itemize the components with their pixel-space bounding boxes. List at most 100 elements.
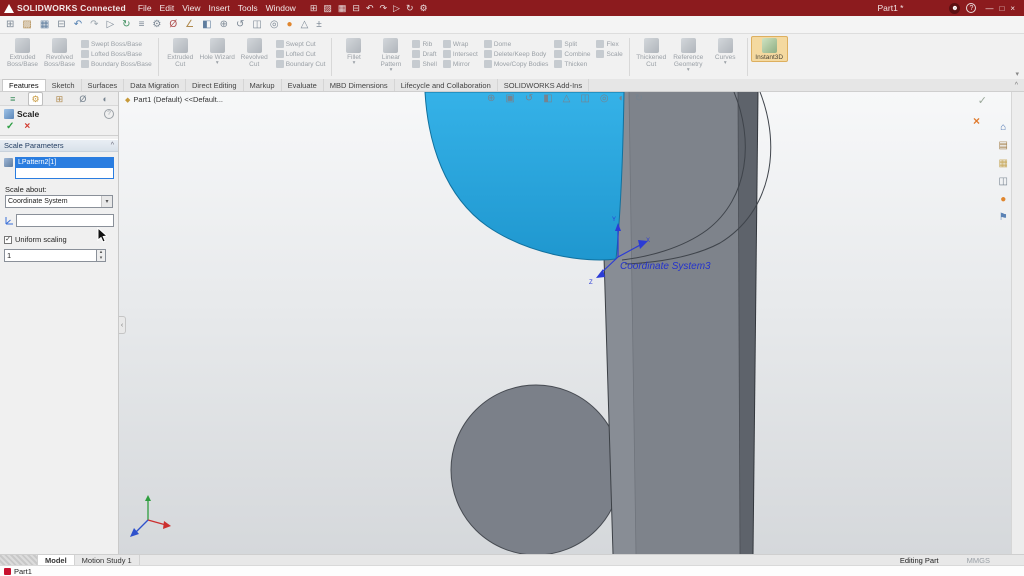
ok-button[interactable]: ✓: [6, 121, 14, 132]
split-button[interactable]: Split: [554, 40, 590, 48]
scale-parameters-header[interactable]: Scale Parameters ^: [0, 139, 118, 152]
thicken-button[interactable]: Thicken: [554, 60, 590, 68]
ribbon-tab[interactable]: SOLIDWORKS Add-Ins: [498, 79, 589, 91]
smart-dimension-icon[interactable]: Ø: [169, 16, 177, 34]
section-view-icon[interactable]: ◧: [202, 16, 211, 34]
zoom-area-icon[interactable]: ▣: [505, 93, 514, 104]
fillet-button[interactable]: Fillet ▾: [335, 36, 372, 66]
ribbon-tab[interactable]: Markup: [244, 79, 282, 91]
view-palette-icon[interactable]: ◫: [999, 176, 1008, 187]
extruded-cut-button[interactable]: Extruded Cut: [162, 36, 199, 68]
boundary-boss-base-button[interactable]: Boundary Boss/Base: [81, 60, 152, 68]
shell-button[interactable]: Shell: [412, 60, 436, 68]
new-file-icon[interactable]: ⊞: [6, 16, 14, 34]
panel-collapse-handle[interactable]: ‹: [119, 316, 126, 334]
redo-icon[interactable]: ↷: [380, 0, 388, 16]
wrap-button[interactable]: Wrap: [443, 40, 478, 48]
undo-icon[interactable]: ↶: [74, 16, 82, 34]
redo-icon[interactable]: ↷: [90, 16, 98, 34]
measure-icon[interactable]: ∠: [185, 16, 194, 34]
ribbon-tab[interactable]: Evaluate: [282, 79, 324, 91]
select-icon[interactable]: ▷: [106, 16, 114, 34]
print-icon[interactable]: ⊟: [57, 16, 65, 34]
units-indicator[interactable]: MMGS: [967, 556, 990, 565]
thickened-cut-button[interactable]: Thickened Cut: [633, 36, 670, 68]
mirror-button[interactable]: Mirror: [443, 60, 478, 68]
checkbox[interactable]: ✓: [4, 236, 12, 244]
select-icon[interactable]: ▷: [393, 0, 400, 16]
flex-button[interactable]: Flex: [596, 40, 622, 48]
undo-icon[interactable]: ↶: [366, 0, 374, 16]
appearance-icon[interactable]: ●: [287, 16, 293, 34]
coordinate-system-field[interactable]: [16, 214, 114, 227]
annotation-icon[interactable]: △: [301, 16, 309, 34]
ribbon-pin-icon[interactable]: ^: [1015, 82, 1018, 89]
ribbon-tab[interactable]: Sketch: [46, 79, 82, 91]
zoom-fit-icon[interactable]: ⊕: [220, 16, 228, 34]
rib-button[interactable]: Rib: [412, 40, 436, 48]
solidworks-taskbar-icon[interactable]: [4, 568, 11, 575]
instant3d-button[interactable]: Instant3D: [751, 36, 788, 62]
hide-show-icon[interactable]: ◎: [270, 16, 279, 34]
model-scene[interactable]: Y X Z Coordinate System3: [119, 92, 1011, 554]
breadcrumb[interactable]: ◆ Part1 (Default) <<Default...: [125, 95, 223, 104]
file-explorer-icon[interactable]: ▦: [999, 158, 1008, 169]
custom-properties-icon[interactable]: ⚑: [999, 212, 1008, 223]
coordinate-system-label[interactable]: Coordinate System3: [620, 261, 711, 272]
scale-about-dropdown[interactable]: Coordinate System ▾: [5, 195, 113, 208]
hole-wizard-button[interactable]: Hole Wizard ▾: [199, 36, 236, 66]
spinner-buttons[interactable]: ▴ ▾: [97, 249, 106, 262]
scale-factor-input[interactable]: 1: [4, 249, 97, 262]
help-icon[interactable]: ?: [104, 109, 114, 119]
scale-selection-list[interactable]: LPattern2[1]: [15, 157, 114, 179]
curves-button[interactable]: Curves ▾: [707, 36, 744, 66]
mass-properties-icon[interactable]: ±: [316, 16, 322, 34]
appearances-icon[interactable]: ●: [1000, 194, 1006, 205]
zoom-fit-icon[interactable]: ⊕: [487, 93, 495, 104]
help-icon[interactable]: ?: [966, 3, 976, 13]
cancel-button[interactable]: ×: [24, 121, 30, 132]
graphics-area[interactable]: Y X Z Coordinate System3 ◆ Part1 (Defaul…: [119, 92, 1011, 554]
scaled-body-blue-face[interactable]: [425, 92, 624, 260]
move-copy-bodies-button[interactable]: Move/Copy Bodies: [484, 60, 549, 68]
rebuild-icon[interactable]: ↻: [122, 16, 130, 34]
extruded-boss-base-button[interactable]: Extruded Boss/Base: [4, 36, 41, 68]
delete-keep-body-button[interactable]: Delete/Keep Body: [484, 50, 549, 58]
maximize-button[interactable]: □: [996, 4, 1007, 13]
menu-item[interactable]: File: [134, 3, 156, 13]
rotate-view-icon[interactable]: ↺: [236, 16, 244, 34]
display-style-icon[interactable]: ◫: [252, 16, 261, 34]
ribbon-options-icon[interactable]: ▾: [1015, 70, 1019, 78]
design-library-icon[interactable]: ▤: [999, 140, 1008, 151]
base-circle-face[interactable]: [451, 385, 621, 554]
swept-cut-button[interactable]: Swept Cut: [276, 40, 326, 48]
display-style-icon[interactable]: ◫: [580, 93, 589, 104]
swept-boss-base-button[interactable]: Swept Boss/Base: [81, 40, 152, 48]
hide-show-items-icon[interactable]: ◎: [600, 93, 609, 104]
selected-item[interactable]: LPattern2[1]: [16, 158, 113, 168]
home-icon[interactable]: ⌂: [1000, 122, 1006, 133]
close-button[interactable]: ×: [1007, 4, 1018, 13]
confirm-cancel-icon[interactable]: ×: [973, 114, 980, 128]
previous-view-icon[interactable]: ↺: [525, 93, 533, 104]
file-properties-icon[interactable]: ≡: [139, 16, 145, 34]
study-tab[interactable]: Motion Study 1: [75, 555, 140, 565]
confirm-ok-icon[interactable]: ✓: [978, 94, 987, 107]
rebuild-icon[interactable]: ↻: [406, 0, 414, 16]
draft-button[interactable]: Draft: [412, 50, 436, 58]
menu-item[interactable]: Tools: [234, 3, 262, 13]
user-avatar[interactable]: ☻: [949, 3, 960, 14]
lofted-cut-button[interactable]: Lofted Cut: [276, 50, 326, 58]
ribbon-tab[interactable]: MBD Dimensions: [324, 79, 395, 91]
dome-button[interactable]: Dome: [484, 40, 549, 48]
minimize-button[interactable]: —: [982, 4, 996, 13]
model-column-body[interactable]: [599, 92, 758, 554]
configuration-manager-tab[interactable]: ⊞: [53, 92, 67, 106]
options-icon[interactable]: ⚙: [152, 16, 161, 34]
ribbon-tab[interactable]: Direct Editing: [186, 79, 244, 91]
ribbon-tab[interactable]: Lifecycle and Collaboration: [395, 79, 498, 91]
dynamic-annotation-icon[interactable]: △: [563, 93, 571, 104]
open-file-icon[interactable]: ▨: [22, 16, 31, 34]
ribbon-tab[interactable]: Features: [2, 79, 46, 91]
scale-button[interactable]: Scale: [596, 50, 622, 58]
